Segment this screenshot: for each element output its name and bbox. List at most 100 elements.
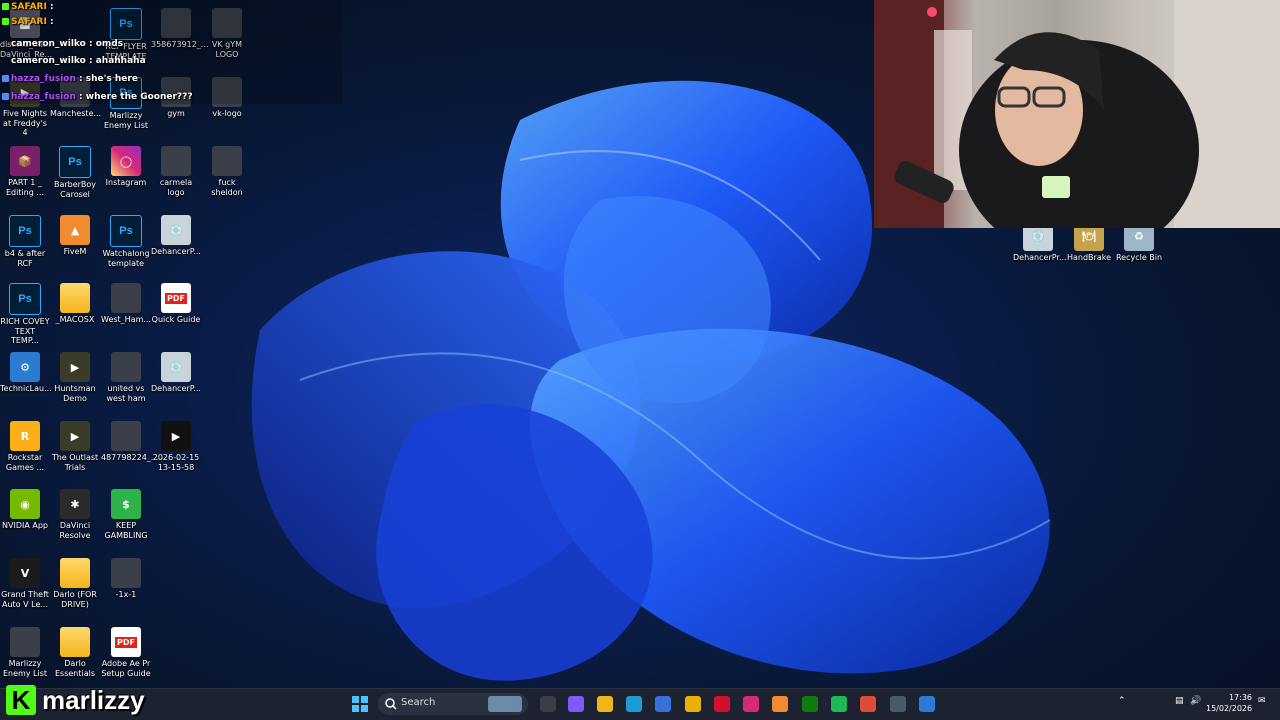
store-icon[interactable] — [655, 696, 671, 712]
winrar-icon: 📦 — [10, 146, 40, 176]
notification-icon[interactable]: ✉ — [1258, 696, 1266, 706]
desktop-icon[interactable]: Ps b4 & after RCF — [0, 215, 50, 268]
desktop-icon[interactable]: carmela logo — [151, 146, 201, 197]
desktop-icon[interactable]: ▶ The Outlast Trials — [50, 421, 100, 472]
desktop-icon[interactable]: Marlizzy Enemy List — [0, 627, 50, 678]
desktop-icon-label: KEEP GAMBLING — [104, 521, 148, 540]
desktop-icon[interactable]: West_Ham... — [101, 283, 151, 325]
desktop-icon[interactable]: fuck sheldon — [202, 146, 252, 197]
desktop-icon[interactable]: ◯ Instagram — [101, 146, 151, 188]
desktop-icon[interactable]: _MACOSX — [50, 283, 100, 325]
pdf-icon: PDF — [111, 627, 141, 657]
gta-icon: V — [10, 558, 40, 588]
opera-icon[interactable] — [714, 696, 730, 712]
kick-logo-icon: K — [6, 685, 36, 715]
chat-username[interactable]: hazza_fusion — [11, 74, 76, 84]
chat-separator: : — [85, 39, 96, 49]
desktop-icon-label: _MACOSX — [55, 315, 95, 324]
xbox-icon[interactable] — [802, 696, 818, 712]
volume-icon[interactable]: 🔊 — [1190, 696, 1201, 706]
copilot-icon[interactable] — [568, 696, 584, 712]
chat-message: SAFARI : — [2, 2, 54, 12]
desktop-icon[interactable]: Ps RICH COVEY TEXT TEMP... — [0, 283, 50, 346]
chat-username[interactable]: cameron_wilko — [11, 39, 86, 49]
desktop-icon[interactable]: 📦 PART 1 _ Editing ... — [0, 146, 50, 197]
chrome-profile-icon[interactable] — [860, 696, 876, 712]
photoshop-icon: Ps — [9, 215, 41, 247]
video-icon: ▶ — [161, 421, 191, 451]
clock[interactable]: 17:36 15/02/2026 — [1206, 692, 1252, 714]
desktop-icon[interactable]: -1x-1 — [101, 558, 151, 600]
chat-message: SAFARI : — [2, 17, 54, 27]
desktop-icon-label: Adobe Ae Pr Setup Guide — [101, 659, 151, 678]
fivem-app-icon[interactable] — [772, 696, 788, 712]
dollar-icon: $ — [111, 489, 141, 519]
photoshop-icon: Ps — [9, 283, 41, 315]
desktop-icon-label: Quick Guide — [151, 315, 201, 324]
desktop-icon[interactable]: ▶ Huntsman Demo — [50, 352, 100, 403]
desktop-icon[interactable]: ⚙ TechnicLau... — [0, 352, 52, 394]
desktop-icon-label: NVIDIA App — [2, 521, 48, 530]
taskbar-search[interactable]: Search — [378, 693, 528, 715]
desktop-icon[interactable]: 💿 DehancerP... — [151, 352, 201, 394]
chrome-icon[interactable] — [685, 696, 701, 712]
stream-chat: SAFARI : SAFARI : cameron_wilko : omds ca… — [0, 0, 342, 104]
desktop-icon-label: -1x-1 — [115, 590, 137, 599]
desktop-icon-label: DehancerPr... — [1013, 253, 1067, 262]
chat-text: omds — [95, 39, 124, 49]
desktop-icon-label: DaVinci Resolve — [59, 521, 91, 540]
desktop-icon-label: Rockstar Games ... — [5, 453, 45, 472]
technic-icon: ⚙ — [10, 352, 40, 382]
desktop-icon-label: FiveM — [63, 247, 87, 256]
start-button[interactable] — [352, 696, 368, 712]
desktop-icon[interactable]: V Grand Theft Auto V Le... — [0, 558, 50, 609]
chat-username[interactable]: SAFARI — [11, 2, 47, 12]
desktop-icon-label: TechnicLau... — [0, 384, 52, 393]
image-icon — [111, 558, 141, 588]
desktop-icon[interactable]: Ps BarberBoy Carosel — [50, 146, 100, 199]
desktop-icon[interactable]: PDF Quick Guide — [151, 283, 201, 325]
edge-icon[interactable] — [626, 696, 642, 712]
desktop-icon-label: BarberBoy Carosel — [53, 180, 97, 199]
instagram-app-icon[interactable] — [743, 696, 759, 712]
steam-icon[interactable] — [890, 696, 906, 712]
windows-icon — [352, 696, 368, 712]
chat-separator: : — [85, 56, 96, 66]
desktop-icon-label: Darlo (FOR DRIVE) — [53, 590, 97, 609]
desktop-icon[interactable]: R Rockstar Games ... — [0, 421, 50, 472]
desktop-icon[interactable]: Darlo (FOR DRIVE) — [50, 558, 100, 609]
desktop-icon[interactable]: $ KEEP GAMBLING — [101, 489, 151, 540]
desktop-icon-label: Watchalong template — [102, 249, 150, 268]
desktop-icon-label: West_Ham... — [101, 315, 152, 324]
game-icon: ▶ — [60, 352, 90, 382]
desktop-icon[interactable]: ▲ FiveM — [50, 215, 100, 257]
show-hidden-icons[interactable]: ⌃ — [1118, 696, 1126, 706]
desktop-icon-label: Instagram — [105, 178, 147, 187]
chat-separator: : — [75, 74, 86, 84]
file-explorer-icon[interactable] — [597, 696, 613, 712]
technic-app-icon[interactable] — [919, 696, 935, 712]
desktop-icon[interactable]: 487798224_... — [101, 421, 158, 463]
chat-username[interactable]: cameron_wilko — [11, 56, 86, 66]
desktop-icon[interactable]: Darlo Essentials — [50, 627, 100, 678]
desktop-icon[interactable]: 💿 DehancerP... — [151, 215, 201, 257]
desktop-icon-label: The Outlast Trials — [51, 453, 99, 472]
task-view-icon[interactable] — [540, 696, 556, 712]
chat-badge-icon — [2, 40, 9, 47]
chat-username[interactable]: hazza_fusion — [11, 92, 76, 102]
folder-icon — [60, 558, 90, 588]
desktop-icon[interactable]: ✱ DaVinci Resolve — [50, 489, 100, 540]
desktop-icon[interactable]: ◉ NVIDIA App — [0, 489, 50, 531]
chat-badge-icon — [2, 75, 9, 82]
chat-username[interactable]: SAFARI — [11, 17, 47, 27]
spotify-icon[interactable] — [831, 696, 847, 712]
chat-text: where the Gooner??? — [85, 92, 193, 102]
desktop-icon[interactable]: PDF Adobe Ae Pr Setup Guide — [101, 627, 151, 678]
desktop-icon[interactable]: Ps Watchalong template — [101, 215, 151, 268]
desktop-icon-label: Mancheste... — [50, 109, 102, 118]
desktop-icon-label: united vs west ham — [106, 384, 146, 403]
network-icon[interactable]: ▤ — [1175, 696, 1184, 706]
desktop-icon[interactable]: united vs west ham — [101, 352, 151, 403]
desktop-icon[interactable]: ▶ 2026-02-15 13-15-58 — [151, 421, 201, 472]
desktop-icon-label: RICH COVEY TEXT TEMP... — [0, 317, 50, 345]
